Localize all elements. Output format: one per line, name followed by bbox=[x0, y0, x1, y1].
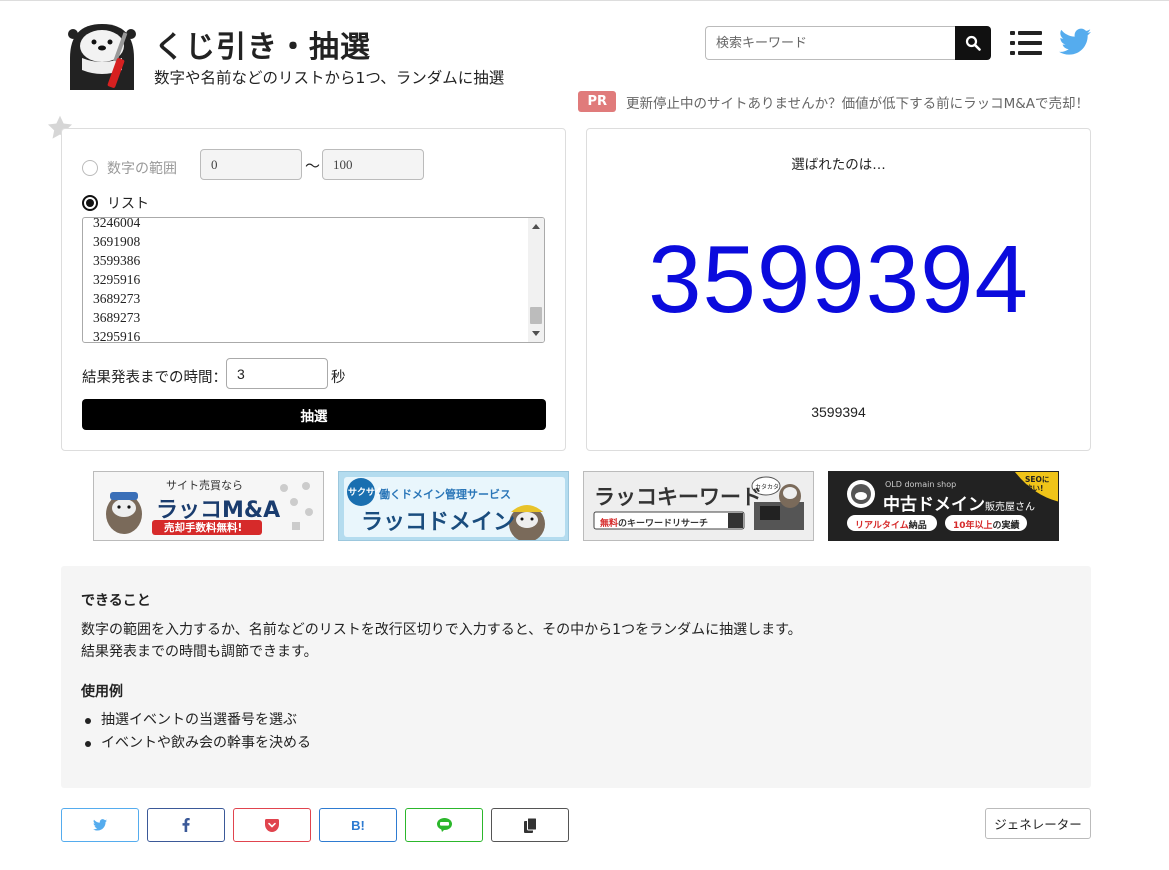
banner-used-main-small: 販売屋さん bbox=[985, 502, 1035, 513]
list-radio[interactable] bbox=[82, 195, 98, 211]
result-panel: 選ばれたのは… 3599394 3599394 bbox=[586, 128, 1091, 451]
scroll-down-arrow-icon[interactable] bbox=[532, 331, 540, 336]
examples-list: 抽選イベントの当選番号を選ぶ イベントや飲み会の幹事を決める bbox=[81, 709, 311, 755]
share-facebook-button[interactable] bbox=[147, 808, 225, 842]
otter-mascot-logo[interactable] bbox=[64, 18, 140, 90]
list-line: 3689273 bbox=[93, 310, 141, 325]
banner-used-tag1-text: 納品 bbox=[908, 521, 927, 531]
banner-used-tag2: 10年以上の実績 bbox=[953, 518, 1020, 531]
list-line: 3295916 bbox=[93, 329, 141, 343]
scroll-thumb[interactable] bbox=[530, 307, 542, 324]
banner-ma-top: サイト売買なら bbox=[166, 479, 243, 492]
banner-used-tag2-text: の実績 bbox=[992, 521, 1020, 531]
pr-link[interactable]: 更新停止中のサイトありませんか？価値が低下する前にラッコM&Aで売却！ bbox=[626, 92, 1089, 112]
range-label: 数字の範囲 bbox=[107, 161, 177, 177]
twitter-icon bbox=[93, 819, 107, 831]
description-text-1: 数字の範囲を入力するか、名前などのリストを改行区切りで入力すると、その中から1つ… bbox=[81, 622, 802, 638]
scroll-up-arrow-icon[interactable] bbox=[532, 224, 540, 229]
list-option[interactable]: リスト bbox=[82, 193, 149, 213]
pr-row: PR 更新停止中のサイトありませんか？価値が低下する前にラッコM&Aで売却！ bbox=[578, 91, 1089, 112]
draw-button[interactable]: 抽選 bbox=[82, 399, 546, 430]
list-label: リスト bbox=[107, 196, 149, 212]
banner-used-domain[interactable]: OLD domain shop 中古ドメイン販売屋さん リアルタイム納品 10年… bbox=[828, 471, 1059, 541]
page-subtitle: 数字や名前などのリストから1つ、ランダムに抽選 bbox=[154, 69, 505, 87]
list-line: 3246004 bbox=[93, 217, 141, 230]
banner-used-seo: SEOに強い! bbox=[1025, 475, 1050, 493]
list-scrollbar[interactable] bbox=[528, 218, 544, 342]
top-border bbox=[0, 0, 1169, 1]
banner-used-main: 中古ドメイン販売屋さん bbox=[883, 490, 1035, 515]
description-heading-examples: 使用例 bbox=[81, 684, 123, 700]
share-line-button[interactable] bbox=[405, 808, 483, 842]
description-text-2: 結果発表までの時間も調節できます。 bbox=[81, 644, 318, 660]
result-number-small: 3599394 bbox=[811, 404, 866, 420]
search-box bbox=[705, 26, 991, 60]
banner-keyword-main: ラッコキーワード bbox=[594, 485, 762, 509]
time-label: 結果発表までの時間： bbox=[82, 370, 227, 386]
range-separator: 〜 bbox=[305, 157, 321, 175]
line-icon bbox=[436, 818, 452, 832]
banner-rakko-domain[interactable]: サクサク 働くドメイン管理サービス ラッコドメイン bbox=[338, 471, 569, 541]
page-title: くじ引き・抽選 bbox=[154, 30, 371, 65]
list-lines: 3246004 3691908 3599386 3295916 3689273 36892… bbox=[93, 217, 141, 343]
list-line: 3691908 bbox=[93, 234, 141, 249]
search-icon bbox=[965, 35, 981, 51]
share-twitter-button[interactable] bbox=[61, 808, 139, 842]
copy-button[interactable] bbox=[491, 808, 569, 842]
share-hatena-button[interactable]: B! bbox=[319, 808, 397, 842]
facebook-icon bbox=[182, 818, 190, 832]
share-pocket-button[interactable] bbox=[233, 808, 311, 842]
list-line: 3599386 bbox=[93, 253, 141, 268]
banner-ma-sub: 売却手数料無料! bbox=[164, 522, 243, 534]
time-input[interactable] bbox=[226, 358, 328, 389]
banner-used-top: OLD domain shop bbox=[885, 480, 957, 489]
banner-used-tag1-red: リアルタイム bbox=[855, 521, 909, 531]
range-radio[interactable] bbox=[82, 160, 98, 176]
list-menu-icon[interactable] bbox=[1010, 29, 1042, 57]
banner-rakko-ma[interactable]: サイト売買なら ラッコM&A 売却手数料無料! bbox=[93, 471, 324, 541]
list-line: 3295916 bbox=[93, 272, 141, 287]
search-button[interactable] bbox=[955, 26, 991, 60]
list-line: 3689273 bbox=[93, 291, 141, 306]
banner-used-tag2-red: 10年以上 bbox=[953, 521, 993, 531]
banner-used-tag1: リアルタイム納品 bbox=[855, 518, 927, 531]
description-section: できること 数字の範囲を入力するか、名前などのリストを改行区切りで入力すると、そ… bbox=[61, 566, 1091, 788]
pocket-icon bbox=[265, 818, 279, 832]
hatena-icon: B! bbox=[351, 817, 365, 833]
banner-keyword-bubble: カタカタ bbox=[755, 484, 780, 491]
banner-used-main-text: 中古ドメイン bbox=[883, 495, 985, 515]
example-item: イベントや飲み会の幹事を決める bbox=[81, 732, 311, 755]
result-label: 選ばれたのは… bbox=[791, 157, 886, 173]
example-item: 抽選イベントの当選番号を選ぶ bbox=[81, 709, 311, 732]
range-option[interactable]: 数字の範囲 bbox=[82, 158, 177, 178]
lottery-form-panel: 数字の範囲 〜 リスト 3246004 3691908 3599386 3295916… bbox=[61, 128, 566, 451]
banner-keyword-sub-red: 無料 bbox=[600, 519, 619, 529]
list-textarea[interactable]: 3246004 3691908 3599386 3295916 3689273 36892… bbox=[82, 217, 545, 343]
range-from-input[interactable] bbox=[200, 149, 302, 180]
copy-icon bbox=[523, 817, 537, 833]
twitter-icon[interactable] bbox=[1059, 27, 1091, 57]
search-input[interactable] bbox=[705, 26, 955, 60]
result-number: 3599394 bbox=[648, 226, 1029, 333]
pr-badge: PR bbox=[578, 91, 616, 112]
range-to-input[interactable] bbox=[322, 149, 424, 180]
description-heading-features: できること bbox=[81, 593, 151, 609]
banner-domain-top: 働くドメイン管理サービス bbox=[379, 488, 511, 501]
banner-domain-main: ラッコドメイン bbox=[361, 510, 516, 535]
time-unit: 秒 bbox=[331, 370, 346, 386]
generator-button[interactable]: ジェネレーター bbox=[985, 808, 1091, 839]
banner-rakko-keyword[interactable]: ラッコキーワード 無料のキーワードリサーチ カタカタ bbox=[583, 471, 814, 541]
banner-keyword-sub-text: のキーワードリサーチ bbox=[618, 519, 709, 529]
banner-keyword-sub: 無料のキーワードリサーチ bbox=[600, 516, 708, 529]
